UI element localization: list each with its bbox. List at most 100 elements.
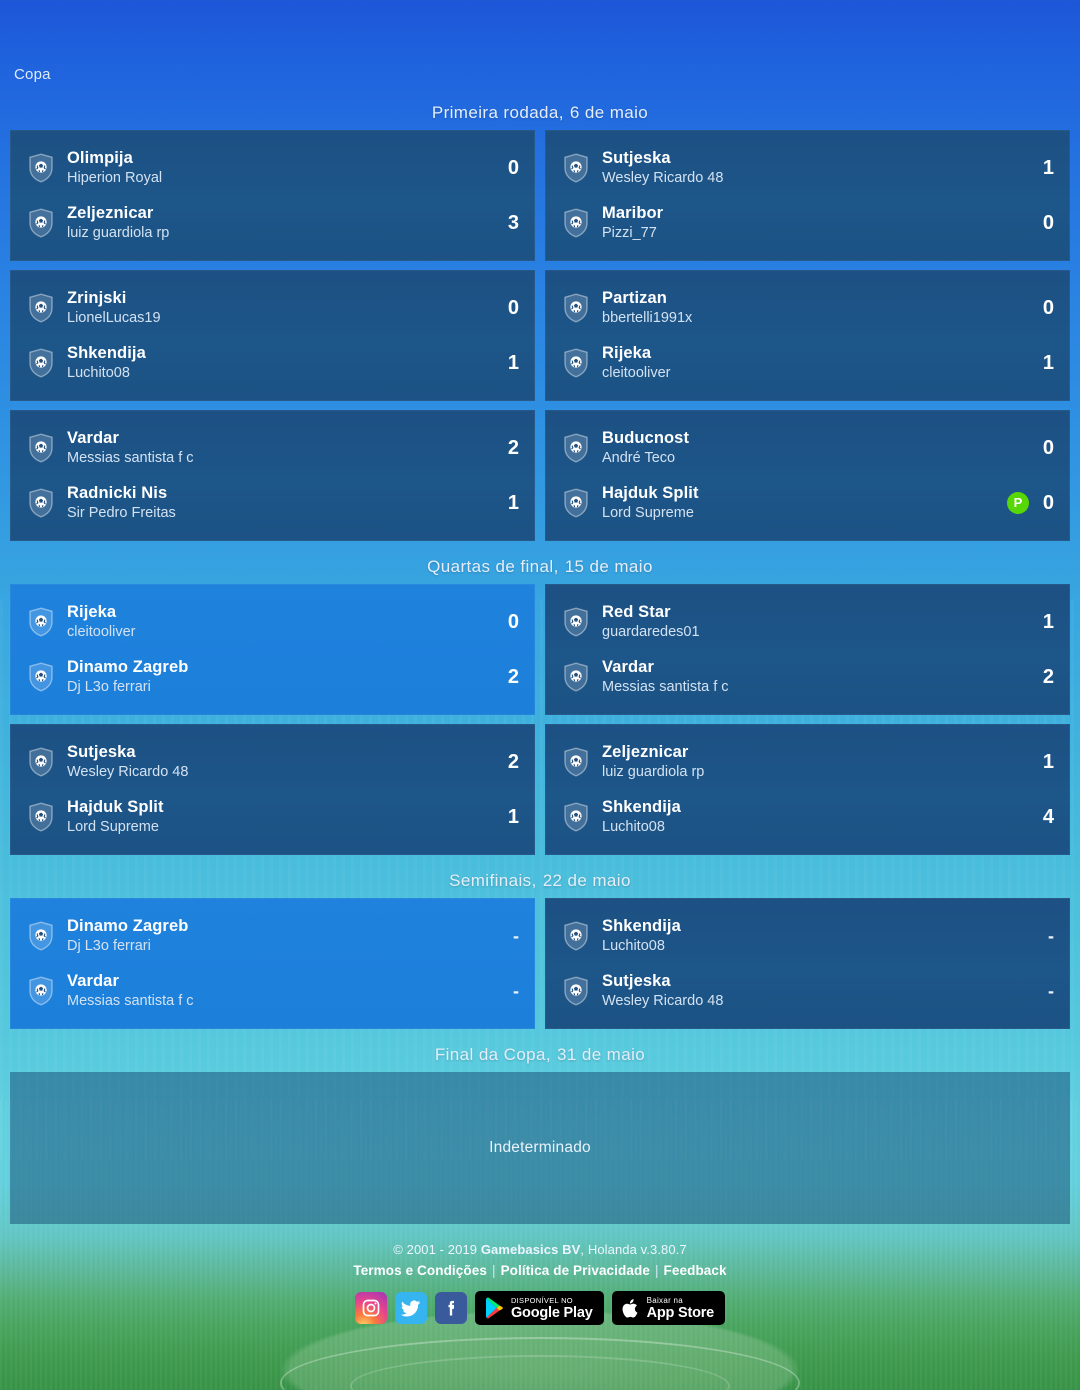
twitter-icon[interactable]	[394, 1292, 427, 1324]
match-card[interactable]: Rijeka cleitooliver 0 Dinamo Zagreb Dj L3o f…	[10, 584, 535, 715]
team-text-block: Sutjeska Wesley Ricardo 48	[67, 742, 485, 782]
away-team-row[interactable]: Radnicki Nis Sir Pedro Freitas 1	[28, 475, 519, 530]
instagram-icon[interactable]	[354, 1292, 387, 1324]
club-badge-icon	[563, 801, 589, 832]
team-text-block: Shkendija Luchito08	[67, 343, 485, 383]
score-area: 0	[1020, 297, 1054, 319]
team-name: Zeljeznicar	[602, 742, 689, 761]
score-value: 0	[507, 296, 519, 319]
team-name: Maribor	[602, 203, 664, 222]
score-area: -	[1020, 980, 1054, 1002]
feedback-link[interactable]: Feedback	[664, 1263, 727, 1278]
score-area: 0	[1020, 437, 1054, 459]
team-text-block: Dinamo Zagreb Dj L3o ferrari	[67, 657, 485, 697]
score-value: 1	[1042, 750, 1054, 773]
away-team-row[interactable]: Vardar Messias santista f c 2	[563, 649, 1054, 704]
facebook-icon[interactable]	[434, 1292, 467, 1324]
manager-name: Messias santista f c	[67, 992, 194, 1009]
final-match-panel[interactable]: Indeterminado	[10, 1072, 1070, 1224]
app-store-button[interactable]: Baixar na App Store	[611, 1291, 726, 1325]
score-value: 1	[1042, 156, 1054, 179]
team-name: Shkendija	[602, 797, 681, 816]
team-text-block: Shkendija Luchito08	[602, 797, 1020, 837]
score-value: 1	[1042, 351, 1054, 374]
google-play-big-label: Google Play	[510, 1304, 593, 1321]
team-name: Rijeka	[67, 602, 117, 621]
club-badge-icon	[563, 152, 589, 183]
manager-name: Lord Supreme	[602, 504, 694, 521]
club-badge-icon	[563, 487, 589, 518]
club-badge-icon	[563, 975, 589, 1006]
team-name: Radnicki Nis	[67, 483, 168, 502]
terms-link[interactable]: Termos e Condições	[353, 1263, 487, 1278]
google-play-button[interactable]: DISPONÍVEL NO Google Play	[474, 1291, 604, 1325]
round-title-date: 15 de maio	[564, 557, 653, 576]
home-team-row[interactable]: Red Star guardaredes01 1	[563, 594, 1054, 649]
link-separator-1: |	[491, 1263, 496, 1278]
away-team-row[interactable]: Shkendija Luchito08 1	[28, 335, 519, 390]
center-circle-inner	[350, 1355, 730, 1390]
team-name: Shkendija	[67, 343, 146, 362]
rounds-container: Primeira rodada, 6 de maio Olimpija Hiperio…	[0, 96, 1080, 1038]
home-team-row[interactable]: Olimpija Hiperion Royal 0	[28, 140, 519, 195]
home-team-row[interactable]: Zrinjski LionelLucas19 0	[28, 280, 519, 335]
score-value: 3	[507, 211, 519, 234]
away-team-row[interactable]: Dinamo Zagreb Dj L3o ferrari 2	[28, 649, 519, 704]
home-team-row[interactable]: Buducnost André Teco 0	[563, 420, 1054, 475]
team-text-block: Partizan bbertelli1991x	[602, 288, 1020, 328]
score-value: 1	[507, 351, 519, 374]
team-name: Zrinjski	[67, 288, 127, 307]
match-card[interactable]: Sutjeska Wesley Ricardo 48 2 Hajduk Split Lo…	[10, 724, 535, 855]
away-team-row[interactable]: Zeljeznicar luiz guardiola rp 3	[28, 195, 519, 250]
score-area: 3	[485, 212, 519, 234]
manager-name: luiz guardiola rp	[602, 763, 705, 780]
team-text-block: Hajduk Split Lord Supreme	[67, 797, 485, 837]
club-badge-icon	[28, 432, 54, 463]
match-card[interactable]: Red Star guardaredes01 1 Vardar Messias sant…	[545, 584, 1070, 715]
away-team-row[interactable]: Shkendija Luchito08 4	[563, 789, 1054, 844]
team-name: Olimpija	[67, 148, 133, 167]
privacy-link[interactable]: Política de Privacidade	[501, 1263, 650, 1278]
match-card[interactable]: Vardar Messias santista f c 2 Radnicki Nis S…	[10, 410, 535, 541]
home-team-row[interactable]: Zeljeznicar luiz guardiola rp 1	[563, 734, 1054, 789]
match-card[interactable]: Sutjeska Wesley Ricardo 48 1 Maribor Pizzi_7…	[545, 130, 1070, 261]
score-area: 1	[1020, 157, 1054, 179]
away-team-row[interactable]: Maribor Pizzi_77 0	[563, 195, 1054, 250]
score-area: 1	[1020, 352, 1054, 374]
away-team-row[interactable]: Hajduk Split Lord Supreme 1	[28, 789, 519, 844]
home-team-row[interactable]: Partizan bbertelli1991x 0	[563, 280, 1054, 335]
home-team-row[interactable]: Rijeka cleitooliver 0	[28, 594, 519, 649]
away-team-row[interactable]: Vardar Messias santista f c -	[28, 963, 519, 1018]
team-text-block: Sutjeska Wesley Ricardo 48	[602, 971, 1020, 1011]
score-area: 1	[485, 352, 519, 374]
final-status-text: Indeterminado	[489, 1139, 591, 1156]
away-team-row[interactable]: Rijeka cleitooliver 1	[563, 335, 1054, 390]
team-name: Rijeka	[602, 343, 652, 362]
home-team-row[interactable]: Vardar Messias santista f c 2	[28, 420, 519, 475]
cup-page: Copa Primeira rodada, 6 de maio Olimpija Hi…	[0, 0, 1080, 1325]
home-team-row[interactable]: Dinamo Zagreb Dj L3o ferrari -	[28, 908, 519, 963]
match-card[interactable]: Dinamo Zagreb Dj L3o ferrari - Vardar Messia…	[10, 898, 535, 1029]
match-card[interactable]: Zrinjski LionelLucas19 0 Shkendija Luchito08…	[10, 270, 535, 401]
match-card[interactable]: Partizan bbertelli1991x 0 Rijeka cleitoolive…	[545, 270, 1070, 401]
team-text-block: Rijeka cleitooliver	[602, 343, 1020, 383]
home-team-row[interactable]: Sutjeska Wesley Ricardo 48 1	[563, 140, 1054, 195]
away-team-row[interactable]: Sutjeska Wesley Ricardo 48 -	[563, 963, 1054, 1018]
away-team-row[interactable]: Hajduk Split Lord Supreme P 0	[563, 475, 1054, 530]
company-name: Gamebasics BV	[480, 1242, 581, 1257]
home-team-row[interactable]: Shkendija Luchito08 -	[563, 908, 1054, 963]
match-card[interactable]: Buducnost André Teco 0 Hajduk Split Lord Sup…	[545, 410, 1070, 541]
manager-name: Wesley Ricardo 48	[602, 169, 724, 186]
match-card[interactable]: Zeljeznicar luiz guardiola rp 1 Shkendija Lu…	[545, 724, 1070, 855]
home-team-row[interactable]: Sutjeska Wesley Ricardo 48 2	[28, 734, 519, 789]
match-card[interactable]: Olimpija Hiperion Royal 0 Zeljeznicar luiz g…	[10, 130, 535, 261]
copyright-line: © 2001 - 2019 Gamebasics BV, Holanda v.3…	[0, 1240, 1080, 1260]
breadcrumb[interactable]: Copa	[0, 0, 1080, 96]
manager-name: Luchito08	[67, 364, 130, 381]
legal-links: Termos e Condições | Política de Privacida…	[0, 1260, 1080, 1282]
score-value: -	[513, 925, 519, 946]
club-badge-icon	[563, 746, 589, 777]
manager-name: Lord Supreme	[67, 818, 159, 835]
club-badge-icon	[28, 801, 54, 832]
match-card[interactable]: Shkendija Luchito08 - Sutjeska Wesley Ricard…	[545, 898, 1070, 1029]
